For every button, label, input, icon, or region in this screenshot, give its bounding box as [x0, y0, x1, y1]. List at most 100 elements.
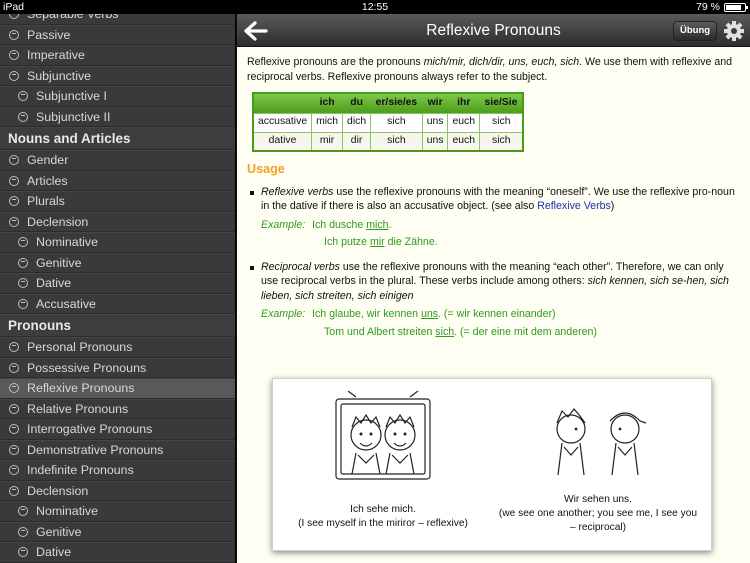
- bookmark-icon: [9, 14, 19, 20]
- bookmark-icon: [18, 298, 28, 309]
- bookmark-icon: [9, 362, 19, 373]
- illustration-card: Ich sehe mich. (I see myself in the mirir…: [272, 378, 712, 551]
- sidebar-item-label: Nominative: [36, 235, 98, 249]
- bookmark-icon: [9, 424, 19, 435]
- bookmark-icon: [9, 50, 19, 61]
- example-sentence: Ich glaube, wir kennen uns. (= wir kenne…: [312, 308, 556, 320]
- gear-icon[interactable]: [723, 20, 745, 42]
- sidebar-item[interactable]: Gender: [0, 150, 235, 171]
- example-sentence: Ich putze mir die Zähne.: [324, 236, 438, 248]
- sidebar-item[interactable]: Nominative: [0, 501, 235, 522]
- sidebar-item-label: Interrogative Pronouns: [27, 422, 153, 436]
- battery-percent: 79 %: [696, 1, 720, 13]
- sidebar-item[interactable]: Genitive: [0, 521, 235, 542]
- sidebar-item[interactable]: Subjunctive II: [0, 106, 235, 127]
- sidebar-item-label: Nouns and Articles: [8, 131, 131, 146]
- main-panel: Reflexive Pronouns Übung Reflexive prono…: [236, 14, 750, 563]
- bookmark-icon: [9, 155, 19, 166]
- sidebar-item[interactable]: Personal Pronouns: [0, 337, 235, 358]
- sidebar-item[interactable]: Possessive Pronouns: [0, 357, 235, 378]
- sidebar-item[interactable]: Nominative: [0, 232, 235, 253]
- bookmark-icon: [9, 342, 19, 353]
- sidebar-item[interactable]: Declension: [0, 211, 235, 232]
- sidebar-item[interactable]: Demonstrative Pronouns: [0, 439, 235, 460]
- caption-reflexive: Ich sehe mich. (I see myself in the mirir…: [298, 504, 468, 529]
- example-sentence: Ich dusche mich.: [312, 218, 392, 231]
- sidebar-section-header: Pronouns: [0, 314, 235, 337]
- sidebar-item[interactable]: Indefinite Pronouns: [0, 460, 235, 481]
- sidebar-item-label: Possessive Pronouns: [27, 360, 147, 375]
- sidebar-item[interactable]: Plurals: [0, 191, 235, 212]
- sidebar-item[interactable]: Dative: [0, 542, 235, 563]
- table-cell: sich: [479, 112, 524, 133]
- sidebar[interactable]: Separable Verbs Passive Imperative Subjunct…: [0, 14, 235, 563]
- sidebar-item[interactable]: Separable Verbs: [0, 14, 235, 25]
- table-cell: dich: [342, 112, 372, 133]
- sidebar-item-label: Separable Verbs: [27, 14, 119, 21]
- table-header-cell: er/sie/es: [370, 93, 423, 113]
- sidebar-item[interactable]: Reflexive Pronouns: [0, 378, 235, 399]
- intro-paragraph: Reflexive pronouns are the pronouns mich…: [247, 56, 733, 83]
- bookmark-icon: [18, 526, 28, 537]
- sidebar-item-label: Gender: [27, 153, 69, 167]
- sidebar-item-label: Passive: [27, 27, 71, 42]
- example-sentence: Tom und Albert streiten sich. (= der ein…: [324, 325, 597, 338]
- sidebar-item[interactable]: Relative Pronouns: [0, 398, 235, 419]
- mirror-illustration: [335, 391, 431, 480]
- table-cell: uns: [421, 112, 449, 133]
- sidebar-item-label: Declension: [27, 214, 89, 229]
- sidebar-item-label: Genitive: [36, 524, 82, 539]
- battery-icon: [724, 2, 748, 12]
- example-label: Example:: [261, 218, 306, 231]
- clock: 12:55: [361, 1, 389, 13]
- sidebar-item-label: Subjunctive II: [36, 109, 111, 124]
- reflexive-verbs-link[interactable]: Reflexive Verbs: [537, 200, 611, 212]
- sidebar-item-label: Plurals: [27, 194, 65, 208]
- bookmark-icon: [9, 444, 19, 455]
- usage-bullet-reciprocal: Reciprocal verbs use the reflexive prono…: [247, 260, 740, 340]
- table-header-cell: ihr: [447, 93, 480, 113]
- sidebar-item-label: Pronouns: [8, 318, 71, 333]
- bookmark-icon: [9, 403, 19, 414]
- bookmark-icon: [9, 196, 19, 207]
- bookmark-icon: [18, 91, 28, 102]
- sidebar-item[interactable]: Subjunctive I: [0, 86, 235, 107]
- sidebar-item-label: Demonstrative Pronouns: [27, 442, 164, 457]
- table-cell: sich: [479, 131, 524, 152]
- sidebar-item[interactable]: Passive: [0, 24, 235, 45]
- bookmark-icon: [18, 506, 28, 517]
- table-cell: accusative: [252, 112, 313, 133]
- sidebar-item-label: Genitive: [36, 255, 82, 270]
- sidebar-item-label: Dative: [36, 276, 72, 290]
- uebung-button[interactable]: Übung: [673, 21, 718, 41]
- caption-reciprocal: Wir sehen uns. (we see one another; you s…: [498, 494, 698, 533]
- sidebar-item[interactable]: Subjunctive: [0, 65, 235, 86]
- table-header-cell: sie/Sie: [479, 93, 524, 113]
- usage-heading: Usage: [247, 162, 285, 176]
- example-label: Example:: [261, 308, 306, 320]
- sidebar-item-label: Articles: [27, 173, 68, 188]
- sidebar-item[interactable]: Imperative: [0, 45, 235, 66]
- bookmark-icon: [18, 257, 28, 268]
- sidebar-item-label: Reflexive Pronouns: [27, 381, 135, 395]
- table-cell: dir: [342, 131, 372, 152]
- sidebar-item[interactable]: Accusative: [0, 293, 235, 314]
- bookmark-icon: [9, 29, 19, 40]
- bookmark-icon: [9, 485, 19, 496]
- two-kids-illustration: [556, 408, 647, 476]
- bookmark-icon: [18, 278, 28, 289]
- sidebar-item[interactable]: Declension: [0, 480, 235, 501]
- table-header-cell: ich: [311, 93, 343, 113]
- bookmark-icon: [9, 175, 19, 186]
- table-cell: dative: [252, 131, 313, 152]
- sidebar-item[interactable]: Genitive: [0, 252, 235, 273]
- usage-bullet-reflexive: Reflexive verbs use the reflexive pronou…: [247, 185, 740, 250]
- sidebar-item-label: Dative: [36, 545, 72, 559]
- sidebar-item[interactable]: Articles: [0, 170, 235, 191]
- bookmark-icon: [18, 111, 28, 122]
- table-header-cell: wir: [422, 93, 448, 113]
- sidebar-item[interactable]: Dative: [0, 273, 235, 294]
- pronoun-table: ich du er/sie/es wir ihr sie/Sie accusative mi…: [252, 92, 525, 152]
- sidebar-item[interactable]: Interrogative Pronouns: [0, 419, 235, 440]
- table-cell: euch: [447, 112, 481, 133]
